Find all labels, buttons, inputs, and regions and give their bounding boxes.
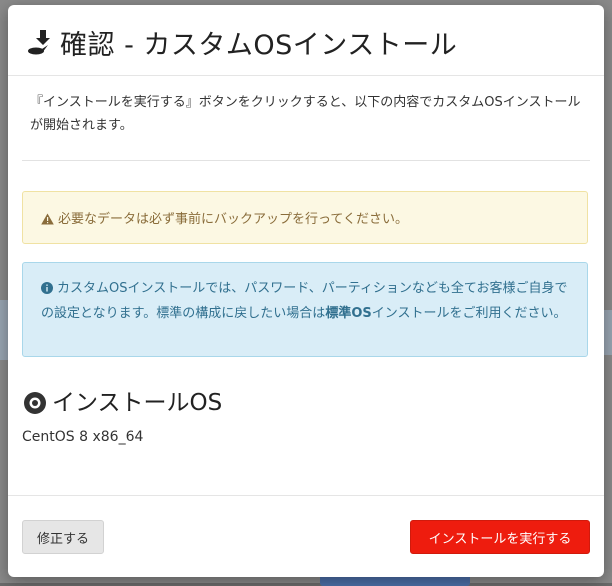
- info-text-end: インストールをご利用ください。: [371, 306, 567, 321]
- disc-icon: [24, 392, 46, 420]
- warning-text: 必要なデータは必ず事前にバックアップを行ってください。: [58, 212, 408, 227]
- edit-button[interactable]: 修正する: [22, 520, 104, 554]
- info-alert: カスタムOSインストールでは、パスワード、パーティションなども全てお客様ご自身で…: [22, 262, 588, 357]
- install-download-icon: [26, 27, 56, 57]
- install-os-heading: インストールOS: [24, 383, 222, 420]
- run-install-button[interactable]: インストールを実行する: [410, 520, 590, 554]
- confirm-dialog: 確認 - カスタムOSインストール 『インストールを実行する』ボタンをクリックす…: [8, 5, 604, 577]
- dialog-footer: 修正する インストールを実行する: [8, 495, 604, 577]
- divider: [22, 160, 590, 161]
- info-text-bold: 標準OS: [325, 306, 372, 321]
- info-icon: [41, 279, 53, 302]
- warning-icon: [41, 213, 54, 229]
- os-heading-label: インストールOS: [52, 390, 223, 416]
- dialog-header: 確認 - カスタムOSインストール: [8, 5, 604, 76]
- dialog-title: 確認 - カスタムOSインストール: [60, 30, 458, 61]
- intro-text: 『インストールを実行する』ボタンをクリックすると、以下の内容でカスタムOSインス…: [30, 95, 581, 133]
- os-name: CentOS 8 x86_64: [22, 429, 144, 445]
- warning-alert: 必要なデータは必ず事前にバックアップを行ってください。: [22, 191, 588, 244]
